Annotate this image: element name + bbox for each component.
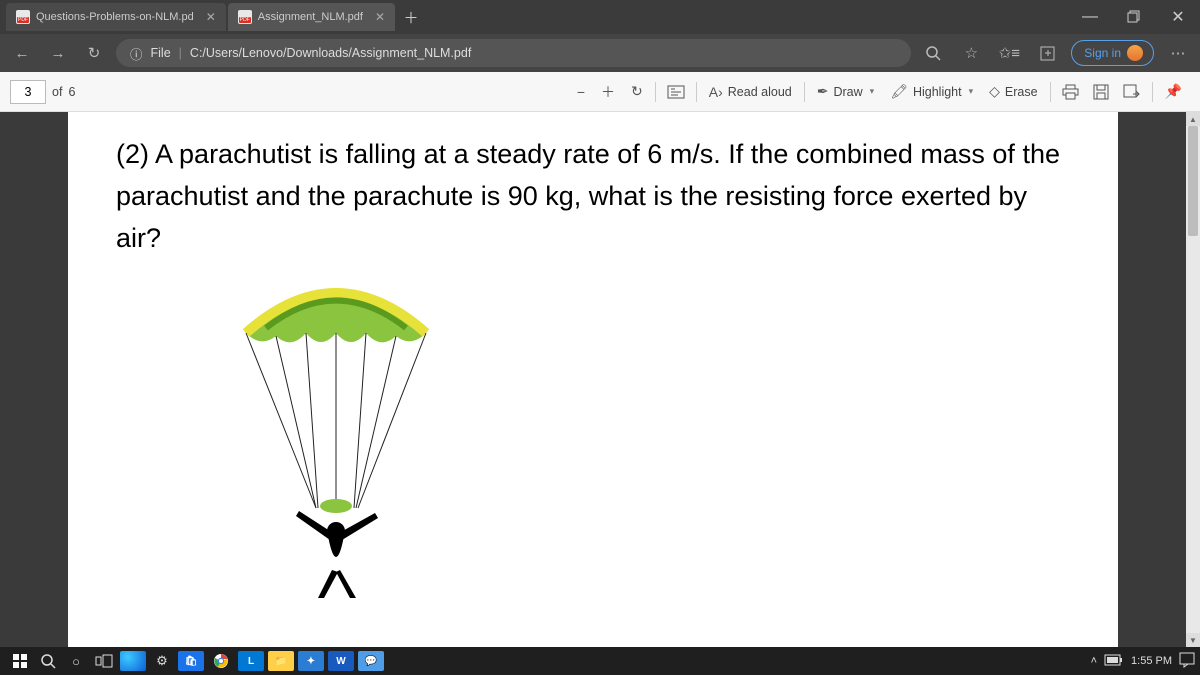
pdf-page: (2) A parachutist is falling at a steady… — [68, 112, 1118, 647]
print-button[interactable] — [1055, 77, 1086, 107]
draw-button[interactable]: ✒ Draw ▾ — [809, 77, 882, 107]
rotate-button[interactable]: ↻ — [623, 77, 651, 107]
tab-questions-problems[interactable]: Questions-Problems-on-NLM.pd ✕ — [6, 3, 226, 31]
scroll-down-button[interactable]: ▼ — [1186, 633, 1200, 647]
minimize-button[interactable]: — — [1068, 0, 1112, 34]
erase-label: Erase — [1005, 85, 1038, 99]
cortana-button[interactable]: ○ — [62, 647, 90, 675]
fit-page-button[interactable] — [660, 77, 692, 107]
scheme-label: File — [151, 46, 171, 60]
url-path: C:/Users/Lenovo/Downloads/Assignment_NLM… — [190, 46, 471, 60]
task-view-button[interactable] — [90, 647, 118, 675]
chevron-down-icon: ▾ — [969, 86, 974, 97]
separator — [1050, 82, 1051, 102]
taskbar-app-edge[interactable] — [120, 651, 146, 671]
search-icon[interactable] — [919, 39, 947, 67]
question-text: (2) A parachutist is falling at a steady… — [116, 134, 1070, 260]
highlight-button[interactable]: 🖍 Highlight ▾ — [882, 77, 981, 107]
taskbar-app-store[interactable]: 🛍 — [178, 651, 204, 671]
pdf-viewport[interactable]: (2) A parachutist is falling at a steady… — [0, 112, 1186, 647]
close-tab-icon[interactable]: ✕ — [206, 10, 216, 24]
separator — [1152, 82, 1153, 102]
chevron-down-icon: ▾ — [870, 86, 875, 97]
taskbar-clock[interactable]: 1:55 PM — [1131, 655, 1172, 667]
taskbar-app-settings[interactable]: ⚙ — [148, 647, 176, 675]
parachutist-illustration — [186, 278, 486, 598]
new-tab-button[interactable]: ＋ — [397, 7, 425, 28]
battery-icon[interactable] — [1105, 655, 1123, 668]
separator — [696, 82, 697, 102]
pen-icon: ✒ — [817, 83, 829, 100]
page-total: 6 — [68, 85, 75, 99]
sign-in-button[interactable]: Sign in — [1071, 40, 1154, 66]
page-sep-label: of — [52, 85, 62, 99]
taskbar-app-word[interactable]: W — [328, 651, 354, 671]
window-controls: — ✕ — [1068, 0, 1200, 34]
zoom-in-button[interactable]: ＋ — [593, 77, 623, 107]
pdf-icon — [238, 10, 252, 24]
forward-button[interactable]: → — [44, 39, 72, 67]
browser-tab-strip: Questions-Problems-on-NLM.pd ✕ Assignmen… — [0, 0, 1200, 34]
highlight-label: Highlight — [913, 85, 962, 99]
vertical-scrollbar[interactable]: ▲ ▼ — [1186, 112, 1200, 647]
scroll-up-button[interactable]: ▲ — [1186, 112, 1200, 126]
start-button[interactable] — [6, 647, 34, 675]
draw-label: Draw — [833, 85, 862, 99]
taskbar-search-button[interactable] — [34, 647, 62, 675]
separator — [655, 82, 656, 102]
save-button[interactable] — [1086, 77, 1116, 107]
windows-taskbar: ○ ⚙ 🛍 L 📁 ✦ W 💬 ˄ 1:55 PM — [0, 647, 1200, 675]
taskbar-app-chrome[interactable] — [208, 651, 234, 671]
pin-toolbar-button[interactable]: 📌 — [1157, 77, 1190, 107]
avatar-icon — [1127, 45, 1143, 61]
close-window-button[interactable]: ✕ — [1156, 0, 1200, 34]
more-menu-button[interactable]: ⋯ — [1164, 39, 1192, 67]
scroll-thumb[interactable] — [1188, 126, 1198, 236]
tab-label: Assignment_NLM.pdf — [258, 11, 363, 23]
pdf-toolbar: of 6 − ＋ ↻ A› Read aloud ✒ Draw ▾ 🖍 High… — [0, 72, 1200, 112]
erase-button[interactable]: ◇ Erase — [981, 77, 1045, 107]
pdf-icon — [16, 10, 30, 24]
taskbar-app-chat[interactable]: 💬 — [358, 651, 384, 671]
collections-icon[interactable] — [1033, 39, 1061, 67]
notifications-button[interactable] — [1180, 653, 1194, 670]
separator — [804, 82, 805, 102]
close-tab-icon[interactable]: ✕ — [375, 10, 385, 24]
system-tray: ˄ 1:55 PM — [1091, 653, 1194, 670]
separator: | — [179, 46, 182, 60]
read-aloud-button[interactable]: A› Read aloud — [701, 77, 800, 107]
back-button[interactable]: ← — [8, 39, 36, 67]
restore-button[interactable] — [1112, 0, 1156, 34]
read-aloud-label: Read aloud — [728, 85, 792, 99]
read-aloud-icon: A› — [709, 84, 723, 100]
info-icon: ⓘ — [130, 44, 143, 63]
taskbar-app-generic-l[interactable]: L — [238, 651, 264, 671]
tray-chevron-up-icon[interactable]: ˄ — [1091, 655, 1097, 667]
taskbar-app-generic[interactable]: ✦ — [298, 651, 324, 671]
highlighter-icon: 🖍 — [890, 83, 908, 100]
tab-assignment-nlm[interactable]: Assignment_NLM.pdf ✕ — [228, 3, 395, 31]
save-as-button[interactable] — [1116, 77, 1148, 107]
favorites-list-icon[interactable]: ✩≡ — [995, 39, 1023, 67]
address-bar[interactable]: ⓘ File | C:/Users/Lenovo/Downloads/Assig… — [116, 39, 911, 67]
zoom-out-button[interactable]: − — [569, 77, 593, 107]
favorite-icon[interactable]: ☆ — [957, 39, 985, 67]
taskbar-app-explorer[interactable]: 📁 — [268, 651, 294, 671]
page-number-input[interactable] — [10, 80, 46, 104]
sign-in-label: Sign in — [1084, 46, 1121, 60]
eraser-icon: ◇ — [989, 83, 1000, 100]
address-bar-row: ← → ↻ ⓘ File | C:/Users/Lenovo/Downloads… — [0, 34, 1200, 72]
refresh-button[interactable]: ↻ — [80, 39, 108, 67]
tab-label: Questions-Problems-on-NLM.pd — [36, 11, 194, 23]
